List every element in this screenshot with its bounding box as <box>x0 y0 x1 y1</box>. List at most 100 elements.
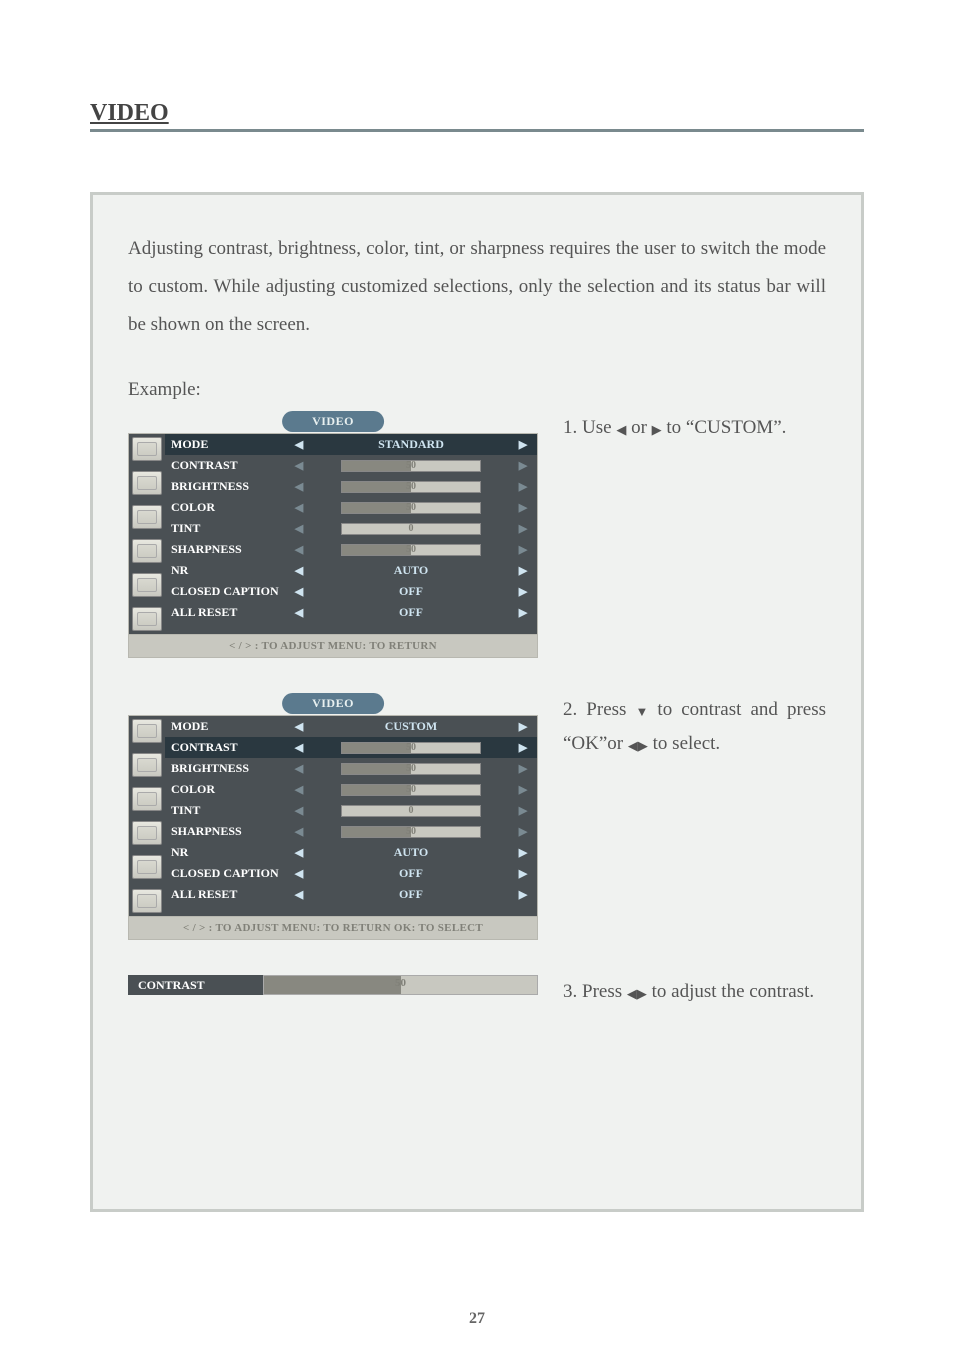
osd-row-value: OFF <box>307 605 515 620</box>
osd-row: ALL RESET◀OFF▶ <box>165 602 537 623</box>
osd-row-value: STANDARD <box>307 437 515 452</box>
intro-paragraph: Adjusting contrast, brightness, color, t… <box>128 230 826 344</box>
right-arrow-icon: ▶ <box>515 606 531 619</box>
left-arrow-icon: ◀ <box>291 720 307 733</box>
right-arrow-icon: ▶ <box>638 734 648 757</box>
osd-menu-1: VIDEO MODE◀STANDARD▶CONTRAST◀50▶BRIGHTNE… <box>128 411 538 658</box>
osd-row: TINT◀0▶ <box>165 800 537 821</box>
left-arrow-icon: ◀ <box>291 846 307 859</box>
osd-row: CLOSED CAPTION◀OFF▶ <box>165 581 537 602</box>
osd-row-value: CUSTOM <box>307 719 515 734</box>
left-arrow-icon: ◀ <box>616 418 626 441</box>
osd-menu-2: VIDEO MODE◀CUSTOM▶CONTRAST◀50▶BRIGHTNESS… <box>128 693 538 940</box>
osd-row-value: 50 <box>307 481 515 493</box>
osd-category-icon <box>132 505 162 529</box>
left-arrow-icon: ◀ <box>291 543 307 556</box>
osd-category-icon <box>132 539 162 563</box>
page-number: 27 <box>0 1310 954 1328</box>
left-arrow-icon: ◀ <box>291 522 307 535</box>
osd-footer: < / > : TO ADJUST MENU: TO RETURN OK: TO… <box>128 917 538 940</box>
step-3-text: 3. Press ◀▶ to adjust the contrast. <box>538 975 826 1009</box>
osd-category-icon <box>132 573 162 597</box>
slider-track: 50 <box>341 742 481 754</box>
right-arrow-icon: ▶ <box>515 480 531 493</box>
osd-icon-column <box>129 716 165 916</box>
right-arrow-icon: ▶ <box>515 825 531 838</box>
right-arrow-icon: ▶ <box>515 846 531 859</box>
osd-category-icon <box>132 607 162 631</box>
osd-row: ALL RESET◀OFF▶ <box>165 884 537 905</box>
title-divider <box>90 129 864 132</box>
left-arrow-icon: ◀ <box>291 888 307 901</box>
osd-row-label: ALL RESET <box>171 605 291 620</box>
osd-row-label: SHARPNESS <box>171 542 291 557</box>
section-title: VIDEO <box>90 100 864 127</box>
osd-row: BRIGHTNESS◀50▶ <box>165 758 537 779</box>
osd-row-value: 50 <box>307 544 515 556</box>
slider-track: 50 <box>341 481 481 493</box>
right-arrow-icon: ▶ <box>637 982 647 1005</box>
osd-category-icon <box>132 753 162 777</box>
osd-row-value: 50 <box>307 763 515 775</box>
contrast-adjust-bar: CONTRAST 50 <box>128 975 538 995</box>
osd-row: CONTRAST◀50▶ <box>165 737 537 758</box>
osd-category-icon <box>132 855 162 879</box>
osd-row-value: 50 <box>307 742 515 754</box>
osd-row-label: SHARPNESS <box>171 824 291 839</box>
right-arrow-icon: ▶ <box>515 438 531 451</box>
right-arrow-icon: ▶ <box>515 720 531 733</box>
slider-track: 50 <box>341 826 481 838</box>
right-arrow-icon: ▶ <box>515 501 531 514</box>
osd-row-value: 50 <box>307 784 515 796</box>
left-arrow-icon: ◀ <box>291 459 307 472</box>
osd-row-value: AUTO <box>307 563 515 578</box>
osd-category-icon <box>132 719 162 743</box>
right-arrow-icon: ▶ <box>515 762 531 775</box>
right-arrow-icon: ▶ <box>515 741 531 754</box>
osd-category-icon <box>132 471 162 495</box>
right-arrow-icon: ▶ <box>515 783 531 796</box>
osd-row: NR◀AUTO▶ <box>165 560 537 581</box>
osd-row: CLOSED CAPTION◀OFF▶ <box>165 863 537 884</box>
left-arrow-icon: ◀ <box>627 982 637 1005</box>
osd-row-label: CONTRAST <box>171 458 291 473</box>
osd-row-label: BRIGHTNESS <box>171 479 291 494</box>
osd-row-label: NR <box>171 845 291 860</box>
osd-category-icon <box>132 437 162 461</box>
example-label: Example: <box>128 379 826 401</box>
contrast-bar-value: 50 <box>264 977 537 989</box>
left-arrow-icon: ◀ <box>291 438 307 451</box>
right-arrow-icon: ▶ <box>652 418 662 441</box>
right-arrow-icon: ▶ <box>515 585 531 598</box>
left-arrow-icon: ◀ <box>291 564 307 577</box>
osd-tab: VIDEO <box>282 693 384 714</box>
left-arrow-icon: ◀ <box>291 783 307 796</box>
right-arrow-icon: ▶ <box>515 459 531 472</box>
left-arrow-icon: ◀ <box>291 606 307 619</box>
osd-row-value: 0 <box>307 805 515 817</box>
osd-row-label: COLOR <box>171 500 291 515</box>
osd-row-value: OFF <box>307 887 515 902</box>
step-1-text: 1. Use ◀ or ▶ to “CUSTOM”. <box>538 411 826 445</box>
right-arrow-icon: ▶ <box>515 564 531 577</box>
slider-track: 0 <box>341 523 481 535</box>
step-2-text: 2. Press ▼ to contrast and press “OK”or … <box>538 693 826 761</box>
osd-footer: < / > : TO ADJUST MENU: TO RETURN <box>128 635 538 658</box>
osd-row-label: TINT <box>171 803 291 818</box>
osd-category-icon <box>132 821 162 845</box>
left-arrow-icon: ◀ <box>291 501 307 514</box>
right-arrow-icon: ▶ <box>515 543 531 556</box>
slider-track: 50 <box>341 544 481 556</box>
osd-row-value: 50 <box>307 502 515 514</box>
slider-track: 50 <box>341 784 481 796</box>
slider-track: 0 <box>341 805 481 817</box>
osd-row-label: BRIGHTNESS <box>171 761 291 776</box>
osd-row-value: AUTO <box>307 845 515 860</box>
left-arrow-icon: ◀ <box>628 734 638 757</box>
osd-row: SHARPNESS◀50▶ <box>165 821 537 842</box>
left-arrow-icon: ◀ <box>291 867 307 880</box>
osd-row-label: TINT <box>171 521 291 536</box>
osd-row-label: ALL RESET <box>171 887 291 902</box>
osd-tab: VIDEO <box>282 411 384 432</box>
osd-row-label: CLOSED CAPTION <box>171 584 291 599</box>
